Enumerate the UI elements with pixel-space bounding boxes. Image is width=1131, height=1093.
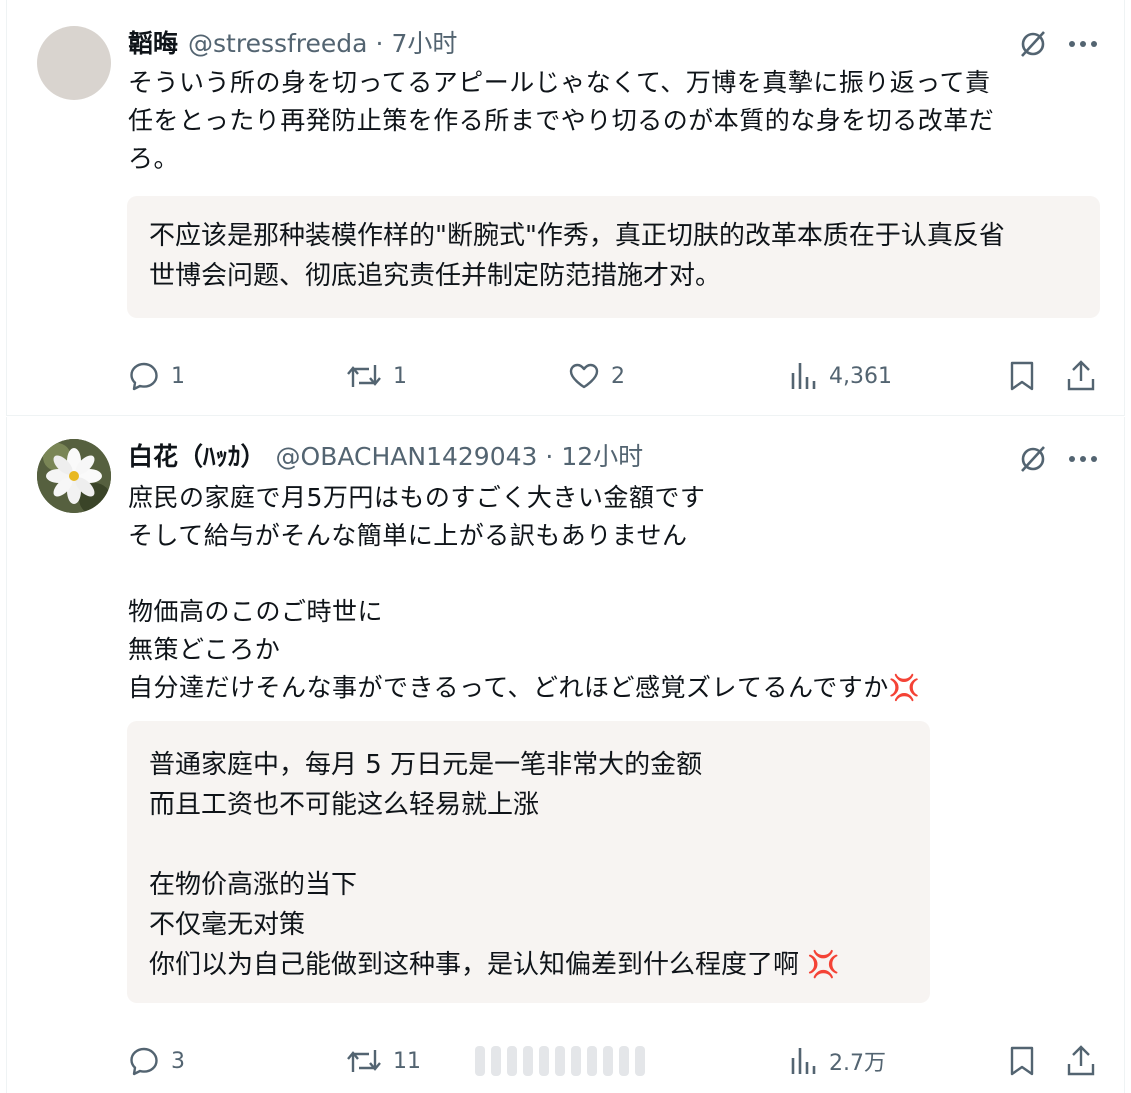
tweet-header: 韜晦 @stressfreeda · 7小时 xyxy=(128,26,1004,62)
more-icon[interactable] xyxy=(1065,441,1101,477)
tweet-text: 庶民の家庭で月5万円はものすごく大きい金額です そして給与がそんな簡単に上がる訳… xyxy=(128,483,921,702)
timestamp[interactable]: 12小时 xyxy=(561,439,643,475)
separator-dot: · xyxy=(545,442,554,471)
views-icon xyxy=(791,1048,816,1074)
repost-count: 11 xyxy=(393,1048,421,1074)
bookmark-button[interactable] xyxy=(1007,1041,1037,1081)
repost-icon xyxy=(347,365,381,387)
views-count: 4,361 xyxy=(829,363,892,389)
display-name[interactable]: 白花（ﾊｯｶ） xyxy=(128,439,266,475)
reply-count: 3 xyxy=(171,1048,185,1074)
repost-icon xyxy=(347,1050,381,1072)
timestamp[interactable]: 7小时 xyxy=(391,26,457,62)
views-button[interactable]: 2.7万 xyxy=(789,1041,886,1081)
like-button-placeholder[interactable] xyxy=(475,1035,665,1087)
user-handle[interactable]: @stressfreeda xyxy=(188,26,367,62)
avatar[interactable] xyxy=(37,26,111,100)
grok-icon[interactable] xyxy=(1015,26,1051,62)
avatar[interactable] xyxy=(37,439,111,513)
reply-button[interactable]: 3 xyxy=(127,1041,185,1081)
views-button[interactable]: 4,361 xyxy=(789,356,892,396)
timeline-feed: 韜晦 @stressfreeda · 7小时 そういう所の身を切ってるアピールじ… xyxy=(0,0,1131,1093)
tweet-text: そういう所の身を切ってるアピールじゃなくて、万博を真摯に振り返って責 任をとった… xyxy=(128,68,995,173)
reply-icon xyxy=(130,1047,158,1076)
more-icon[interactable] xyxy=(1065,26,1101,62)
repost-button[interactable]: 1 xyxy=(345,356,407,396)
share-button[interactable] xyxy=(1065,1041,1097,1081)
translation-box: 不应该是那种装模作样的"断腕式"作秀，真正切肤的改革本质在于认真反省 世博会问题… xyxy=(127,196,1100,318)
reply-icon xyxy=(130,362,158,391)
bookmark-icon xyxy=(1010,361,1034,391)
bookmark-button[interactable] xyxy=(1007,356,1037,396)
reply-count: 1 xyxy=(171,363,185,389)
separator-dot: · xyxy=(375,29,384,58)
user-handle[interactable]: @OBACHAN1429043 xyxy=(276,439,538,475)
tweet[interactable]: 白花（ﾊｯｶ） @OBACHAN1429043 · 12小时 庶民の家庭で月5万… xyxy=(6,417,1125,1093)
like-icon xyxy=(569,363,599,389)
grok-icon[interactable] xyxy=(1015,441,1051,477)
views-icon xyxy=(791,363,816,389)
share-icon xyxy=(1067,1045,1095,1076)
display-name[interactable]: 韜晦 xyxy=(128,26,178,62)
translation-box: 普通家庭中，每月 5 万日元是一笔非常大的金额 而且工资也不可能这么轻易就上涨 … xyxy=(127,721,930,1003)
share-button[interactable] xyxy=(1065,356,1097,396)
like-count: 2 xyxy=(611,363,625,389)
reply-button[interactable]: 1 xyxy=(127,356,185,396)
repost-button[interactable]: 11 xyxy=(345,1041,421,1081)
repost-count: 1 xyxy=(393,363,407,389)
tweet-header: 白花（ﾊｯｶ） @OBACHAN1429043 · 12小时 xyxy=(128,439,1004,475)
bookmark-icon xyxy=(1010,1046,1034,1076)
tweet[interactable]: 韜晦 @stressfreeda · 7小时 そういう所の身を切ってるアピールじ… xyxy=(6,0,1125,416)
like-button[interactable]: 2 xyxy=(567,356,625,396)
share-icon xyxy=(1067,360,1095,391)
views-count: 2.7万 xyxy=(829,1051,886,1076)
